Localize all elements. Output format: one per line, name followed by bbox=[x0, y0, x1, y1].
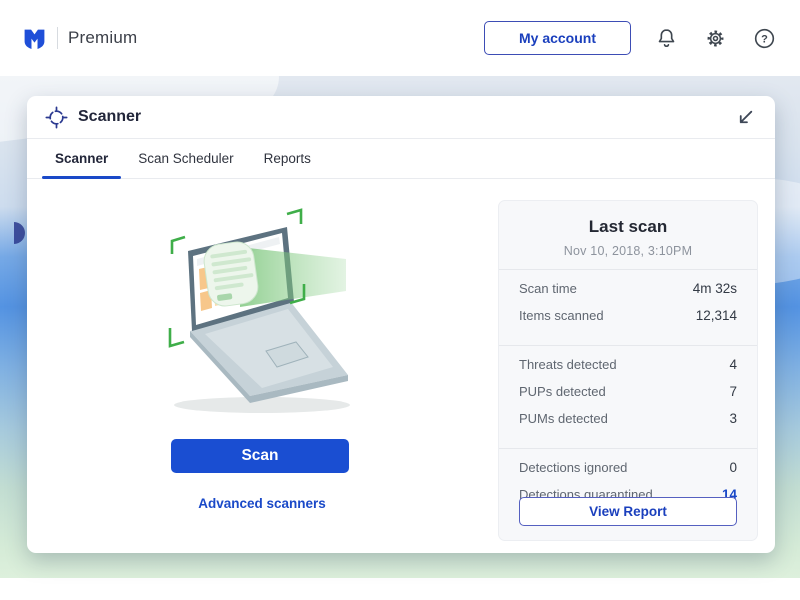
top-bar: Premium My account ? bbox=[0, 0, 800, 76]
stat-row-scan-time: Scan time 4m 32s bbox=[519, 275, 737, 302]
scan-summary-group: Scan time 4m 32s Items scanned 12,314 bbox=[499, 270, 757, 334]
stat-label: Scan time bbox=[519, 281, 577, 296]
stat-label: Detections ignored bbox=[519, 460, 627, 475]
detections-group: Threats detected 4 PUPs detected 7 PUMs … bbox=[499, 346, 757, 437]
tab-bar: Scanner Scan Scheduler Reports bbox=[27, 139, 775, 179]
stat-row-items-scanned: Items scanned 12,314 bbox=[519, 302, 737, 329]
notification-bell-icon[interactable] bbox=[653, 25, 680, 52]
stat-value: 12,314 bbox=[696, 308, 737, 323]
scan-button[interactable]: Scan bbox=[171, 439, 349, 473]
svg-text:?: ? bbox=[761, 33, 768, 45]
page-title: Scanner bbox=[78, 108, 141, 126]
laptop-scan-illustration bbox=[150, 199, 380, 417]
tab-scan-scheduler[interactable]: Scan Scheduler bbox=[125, 139, 246, 178]
stat-row-ignored: Detections ignored 0 bbox=[519, 454, 737, 481]
stat-label: Items scanned bbox=[519, 308, 604, 323]
brand-name: Premium bbox=[68, 28, 137, 48]
brand-divider bbox=[57, 27, 58, 49]
scanner-crosshair-icon bbox=[45, 106, 68, 129]
malwarebytes-logo-icon bbox=[22, 26, 47, 51]
stat-row-pups: PUPs detected 7 bbox=[519, 378, 737, 405]
stat-row-threats: Threats detected 4 bbox=[519, 351, 737, 378]
view-report-button[interactable]: View Report bbox=[519, 497, 737, 526]
last-scan-title: Last scan bbox=[499, 217, 757, 237]
settings-gear-icon[interactable] bbox=[702, 25, 729, 52]
stat-value: 0 bbox=[729, 460, 737, 475]
card-header: Scanner bbox=[27, 96, 775, 139]
stat-label: PUMs detected bbox=[519, 411, 608, 426]
tab-reports[interactable]: Reports bbox=[251, 139, 324, 178]
last-scan-date: Nov 10, 2018, 3:10PM bbox=[499, 244, 757, 258]
last-scan-panel: Last scan Nov 10, 2018, 3:10PM Scan time… bbox=[498, 200, 758, 541]
card-body: Scan Advanced scanners Last scan Nov 10,… bbox=[27, 179, 775, 553]
stat-value: 4 bbox=[729, 357, 737, 372]
stat-label: PUPs detected bbox=[519, 384, 606, 399]
my-account-button[interactable]: My account bbox=[484, 21, 631, 55]
stat-value: 3 bbox=[729, 411, 737, 426]
tab-scanner[interactable]: Scanner bbox=[42, 139, 121, 178]
stat-label: Threats detected bbox=[519, 357, 617, 372]
help-question-icon[interactable]: ? bbox=[751, 25, 778, 52]
stat-row-pums: PUMs detected 3 bbox=[519, 405, 737, 432]
advanced-scanners-link[interactable]: Advanced scanners bbox=[27, 496, 497, 511]
stat-value: 4m 32s bbox=[693, 281, 737, 296]
brand: Premium bbox=[22, 26, 137, 51]
scanner-card: Scanner Scanner Scan Scheduler Reports bbox=[27, 96, 775, 553]
background-accent-shape bbox=[14, 222, 25, 244]
collapse-arrow-icon[interactable] bbox=[734, 106, 757, 129]
stat-value: 7 bbox=[729, 384, 737, 399]
